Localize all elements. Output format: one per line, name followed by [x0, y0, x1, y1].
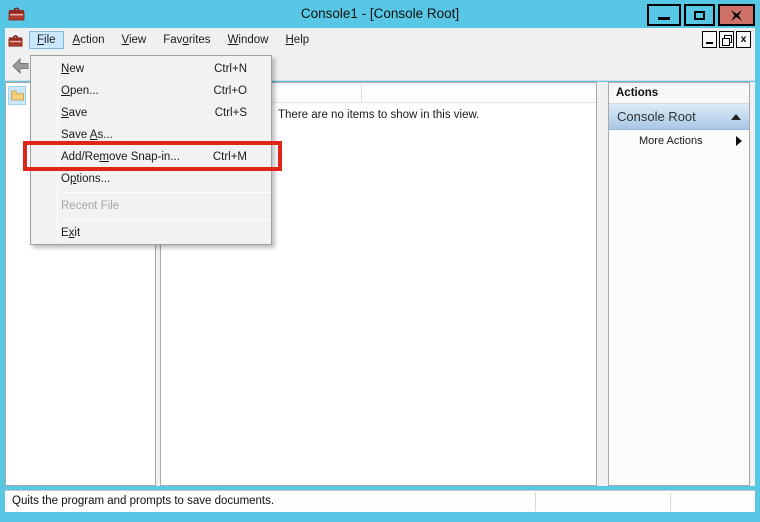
close-icon: x — [741, 35, 747, 45]
file-menu-open[interactable]: Open... Ctrl+O — [31, 80, 271, 102]
menu-window[interactable]: Window — [220, 31, 277, 49]
close-icon — [730, 10, 743, 21]
restore-icon — [722, 35, 731, 44]
chevron-right-icon — [736, 136, 742, 146]
empty-view-message: There are no items to show in this view. — [278, 109, 479, 121]
statusbar-divider — [535, 493, 536, 511]
column-divider[interactable] — [361, 84, 362, 102]
mmc-toolbox-icon-small — [8, 33, 23, 48]
maximize-icon — [694, 11, 705, 20]
file-menu-recent-file: Recent File — [31, 195, 271, 217]
menu-favorites[interactable]: Favorites — [155, 31, 218, 49]
close-button[interactable] — [718, 4, 755, 26]
folder-icon — [11, 90, 24, 101]
annotation-highlight-box — [23, 141, 282, 171]
maximize-button[interactable] — [684, 4, 715, 26]
back-arrow-icon[interactable] — [11, 58, 30, 74]
chevron-up-icon — [731, 114, 741, 120]
menu-help[interactable]: Help — [277, 31, 317, 49]
more-actions-item[interactable]: More Actions — [609, 130, 749, 152]
titlebar: Console1 - [Console Root] — [0, 0, 760, 28]
child-close-button[interactable]: x — [736, 31, 751, 48]
menu-file[interactable]: File — [29, 31, 64, 49]
child-window-controls: x — [702, 31, 751, 48]
minimize-icon — [706, 42, 713, 44]
status-message: Quits the program and prompts to save do… — [12, 491, 274, 512]
shortcut-label: Ctrl+S — [215, 107, 247, 119]
actions-pane: Actions Console Root More Actions — [608, 82, 750, 486]
child-restore-button[interactable] — [719, 31, 734, 48]
menu-separator — [61, 192, 270, 193]
tree-node-console-root[interactable] — [8, 86, 26, 105]
mmc-window: Console1 - [Console Root] File Action Vi… — [0, 0, 760, 522]
minimize-icon — [658, 17, 670, 20]
file-menu-new[interactable]: New Ctrl+N — [31, 58, 271, 80]
file-menu-exit[interactable]: Exit — [31, 222, 271, 244]
menubar: File Action View Favorites Window Help x — [5, 28, 755, 52]
window-title: Console1 - [Console Root] — [0, 0, 760, 28]
file-menu-options[interactable]: Options... — [31, 168, 271, 190]
more-actions-label: More Actions — [639, 135, 736, 147]
statusbar: Quits the program and prompts to save do… — [5, 490, 755, 512]
statusbar-divider — [670, 493, 671, 511]
file-menu-save[interactable]: Save Ctrl+S — [31, 102, 271, 124]
actions-pane-title: Actions — [609, 83, 749, 104]
minimize-button[interactable] — [647, 4, 681, 26]
menu-separator — [61, 219, 270, 220]
menu-view[interactable]: View — [114, 31, 155, 49]
shortcut-label: Ctrl+O — [213, 85, 247, 97]
actions-group-console-root[interactable]: Console Root — [609, 104, 749, 130]
shortcut-label: Ctrl+N — [214, 63, 247, 75]
menu-action[interactable]: Action — [65, 31, 113, 49]
actions-group-label: Console Root — [617, 109, 731, 124]
child-minimize-button[interactable] — [702, 31, 717, 48]
